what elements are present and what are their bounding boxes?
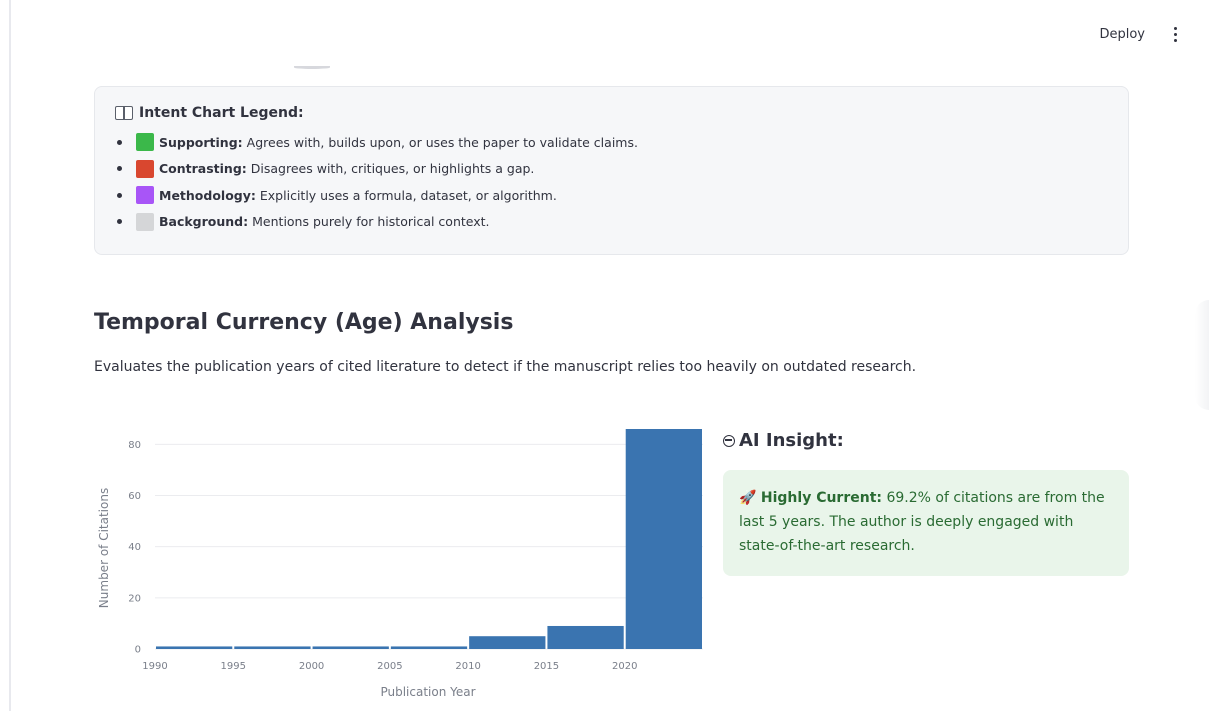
x-tick-label: 2005: [377, 661, 402, 672]
citation-age-chart[interactable]: 0 20 40 60 80 1990 1995 2000 2005 2010 2015 2020 Pu…: [94, 420, 714, 711]
legend-item-label: Methodology:: [159, 187, 256, 203]
histogram-bar[interactable]: [547, 625, 624, 649]
histogram-bar[interactable]: [234, 646, 311, 649]
white-square-icon: [136, 212, 154, 231]
legend-list: Supporting: Agrees with, builds upon, or…: [115, 129, 1108, 235]
histogram-bar[interactable]: [625, 429, 702, 649]
histogram-svg: 0 20 40 60 80 1990 1995 2000 2005 2010 2015 2020 Pu…: [97, 429, 703, 699]
x-tick-label: 2010: [455, 661, 480, 672]
ai-insight-heading-text: AI Insight:: [739, 430, 844, 451]
legend-title-text: Intent Chart Legend:: [139, 105, 304, 121]
ai-insight-heading: AI Insight:: [723, 430, 844, 451]
x-tick-label: 2020: [612, 661, 637, 672]
x-tick-label: 2000: [299, 661, 324, 672]
y-tick-label: 0: [135, 645, 141, 656]
rocket-icon: 🚀: [739, 490, 757, 506]
red-square-icon: [136, 159, 154, 178]
bullet-icon: [117, 166, 122, 172]
y-tick-label: 80: [128, 440, 141, 451]
open-book-icon: [115, 106, 133, 120]
green-square-icon: [136, 133, 154, 152]
purple-square-icon: [136, 186, 154, 205]
x-tick-label: 2015: [534, 661, 559, 672]
intent-legend-panel: Intent Chart Legend: Supporting: Agrees …: [94, 86, 1129, 255]
legend-item-background: Background: Mentions purely for historic…: [115, 209, 1108, 236]
main-menu-icon[interactable]: [1167, 26, 1183, 42]
y-tick-label: 40: [128, 542, 141, 553]
legend-item-desc: Agrees with, builds upon, or uses the pa…: [246, 134, 638, 150]
y-tick-label: 20: [128, 593, 141, 604]
legend-item-contrasting: Contrasting: Disagrees with, critiques, …: [115, 156, 1108, 183]
section-description: Evaluates the publication years of cited…: [94, 359, 917, 375]
legend-item-label: Contrasting:: [159, 161, 247, 177]
x-tick-label: 1995: [221, 661, 246, 672]
histogram-bar[interactable]: [156, 646, 233, 649]
legend-item-label: Supporting:: [159, 134, 243, 150]
scroll-indicator: [294, 66, 330, 69]
legend-item-desc: Disagrees with, critiques, or highlights…: [250, 161, 535, 177]
robot-icon: [723, 434, 735, 447]
legend-item-desc: Mentions purely for historical context.: [252, 214, 490, 230]
legend-item-methodology: Methodology: Explicitly uses a formula, …: [115, 182, 1108, 209]
histogram-bar[interactable]: [390, 646, 468, 649]
section-heading: Temporal Currency (Age) Analysis: [94, 310, 514, 335]
bullet-icon: [117, 192, 122, 198]
deploy-button[interactable]: Deploy: [1093, 23, 1151, 46]
x-axis-title: Publication Year: [380, 685, 475, 699]
insight-strong: Highly Current:: [760, 490, 882, 506]
ai-insight-callout: 🚀 Highly Current: 69.2% of citations are…: [723, 470, 1129, 576]
y-axis-title: Number of Citations: [97, 488, 111, 608]
x-tick-label: 1990: [142, 661, 167, 672]
sidebar-divider: [9, 0, 11, 711]
legend-item-desc: Explicitly uses a formula, dataset, or a…: [259, 187, 557, 203]
edge-shadow: [1195, 300, 1209, 410]
bullet-icon: [117, 139, 122, 145]
app-toolbar: Deploy: [909, 0, 1209, 70]
histogram-bar[interactable]: [469, 636, 546, 649]
histogram-bar[interactable]: [312, 646, 389, 649]
legend-item-label: Background:: [159, 214, 249, 230]
y-tick-label: 60: [128, 491, 141, 502]
legend-title: Intent Chart Legend:: [115, 105, 1108, 121]
legend-item-supporting: Supporting: Agrees with, builds upon, or…: [115, 129, 1108, 156]
bullet-icon: [117, 219, 122, 225]
